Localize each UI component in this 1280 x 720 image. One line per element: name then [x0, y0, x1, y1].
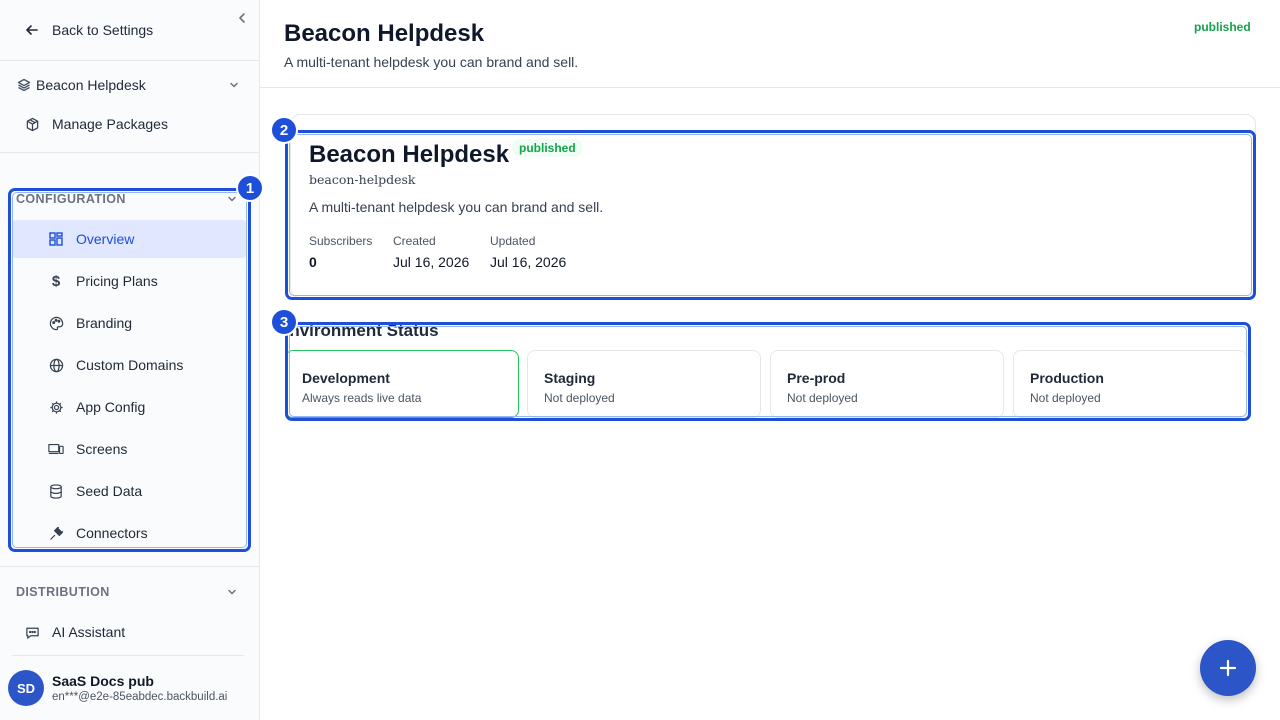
- user-menu[interactable]: SD SaaS Docs pub en***@e2e-85eabdec.back…: [8, 668, 252, 708]
- page-title: Beacon Helpdesk: [284, 20, 485, 47]
- stat-created: Created Jul 16, 2026: [393, 234, 469, 271]
- package-name: Beacon Helpdesk: [309, 141, 510, 168]
- environment-status: Always reads live data: [302, 391, 422, 405]
- stat-label: Updated: [490, 234, 536, 248]
- dollar-icon: $: [51, 272, 61, 290]
- manage-packages-label: Manage Packages: [52, 116, 168, 132]
- user-name: SaaS Docs pub: [52, 673, 154, 689]
- sidebar-item-label: Pricing Plans: [76, 273, 158, 289]
- package-icon: [24, 116, 40, 132]
- sidebar-item-seed-data[interactable]: Seed Data: [12, 472, 246, 510]
- sidebar-item-label: App Config: [76, 399, 146, 415]
- status-badge: published: [1194, 20, 1251, 34]
- palette-icon: [48, 315, 64, 331]
- chevron-down-icon: [224, 191, 240, 207]
- package-selector-label: Beacon Helpdesk: [36, 77, 146, 93]
- database-icon: [48, 483, 64, 499]
- configuration-label: CONFIGURATION: [16, 192, 126, 206]
- sidebar-item-app-config[interactable]: App Config: [12, 388, 246, 426]
- stat-label: Subscribers: [309, 234, 373, 248]
- divider: [0, 566, 259, 567]
- package-selector[interactable]: Beacon Helpdesk: [16, 73, 246, 97]
- status-badge: published: [512, 139, 583, 157]
- layout-grid-icon: [48, 231, 64, 247]
- environment-name: Production: [1030, 370, 1104, 386]
- sidebar: Back to Settings Beacon Helpdesk Manage …: [0, 0, 260, 720]
- stat-value: Jul 16, 2026: [490, 254, 567, 270]
- arrow-left-icon: [24, 22, 40, 38]
- plug-icon: [48, 525, 64, 541]
- sidebar-item-branding[interactable]: Branding: [12, 304, 246, 342]
- environment-status-title: Environment Status: [290, 321, 439, 340]
- environment-card-production[interactable]: Production Not deployed: [1013, 350, 1247, 418]
- gear-icon: [48, 399, 64, 415]
- environment-status-heading: Environment Status: [290, 321, 490, 343]
- distribution-label: DISTRIBUTION: [16, 585, 110, 599]
- environment-status: Not deployed: [1030, 391, 1101, 405]
- divider: [0, 152, 259, 153]
- devices-icon: [48, 441, 64, 457]
- stat-label: Created: [393, 234, 436, 248]
- chevron-down-icon: [226, 77, 242, 93]
- stat-updated: Updated Jul 16, 2026: [490, 234, 566, 271]
- sidebar-item-ai-assistant[interactable]: AI Assistant: [24, 620, 254, 644]
- configuration-section-header[interactable]: CONFIGURATION: [16, 191, 246, 207]
- avatar: SD: [8, 670, 44, 706]
- manage-packages-link[interactable]: Manage Packages: [24, 112, 254, 136]
- user-email: en***@e2e-85eabdec.backbuild.ai: [52, 691, 228, 703]
- sidebar-item-label: AI Assistant: [52, 624, 126, 640]
- chevron-left-icon: [239, 13, 245, 23]
- environment-status: Not deployed: [787, 391, 858, 405]
- environment-name: Development: [302, 370, 390, 386]
- environment-card-pre-prod[interactable]: Pre-prod Not deployed: [770, 350, 1004, 418]
- chat-bubble-icon: [24, 624, 40, 640]
- environment-card-development[interactable]: Development Always reads live data: [285, 350, 519, 418]
- environment-name: Staging: [544, 370, 596, 386]
- environment-card-staging[interactable]: Staging Not deployed: [527, 350, 761, 418]
- divider: [12, 655, 244, 656]
- plus-icon: [1219, 659, 1237, 677]
- globe-icon: [48, 357, 64, 373]
- sidebar-item-label: Seed Data: [76, 483, 143, 499]
- page-subtitle: A multi-tenant helpdesk you can brand an…: [284, 54, 579, 70]
- back-to-settings-link[interactable]: Back to Settings: [24, 20, 153, 40]
- sidebar-item-label: Branding: [76, 315, 133, 331]
- sidebar-item-screens[interactable]: Screens: [12, 430, 246, 468]
- add-button[interactable]: [1200, 640, 1256, 696]
- sidebar-item-connectors[interactable]: Connectors: [12, 514, 246, 552]
- stat-value: Jul 16, 2026: [393, 254, 470, 270]
- chevron-down-icon: [224, 584, 240, 600]
- environment-name: Pre-prod: [787, 370, 846, 386]
- sidebar-item-label: Connectors: [76, 525, 148, 541]
- sidebar-item-overview[interactable]: Overview: [12, 220, 246, 258]
- collapse-sidebar-button[interactable]: [234, 10, 250, 26]
- header-divider: [260, 87, 1280, 88]
- sidebar-item-label: Custom Domains: [76, 357, 184, 373]
- layers-icon: [16, 77, 32, 93]
- distribution-section-header[interactable]: DISTRIBUTION: [16, 584, 246, 600]
- divider: [0, 60, 259, 61]
- environment-status: Not deployed: [544, 391, 615, 405]
- stat-subscribers: Subscribers 0: [309, 234, 372, 271]
- back-label: Back to Settings: [52, 22, 154, 38]
- sidebar-item-pricing-plans[interactable]: $ Pricing Plans: [12, 262, 246, 300]
- package-slug: beacon-helpdesk: [309, 172, 416, 187]
- sidebar-item-label: Screens: [76, 441, 128, 457]
- stat-value: 0: [309, 254, 317, 270]
- package-description: A multi-tenant helpdesk you can brand an…: [309, 199, 604, 215]
- sidebar-item-custom-domains[interactable]: Custom Domains: [12, 346, 246, 384]
- sidebar-item-label: Overview: [76, 231, 135, 247]
